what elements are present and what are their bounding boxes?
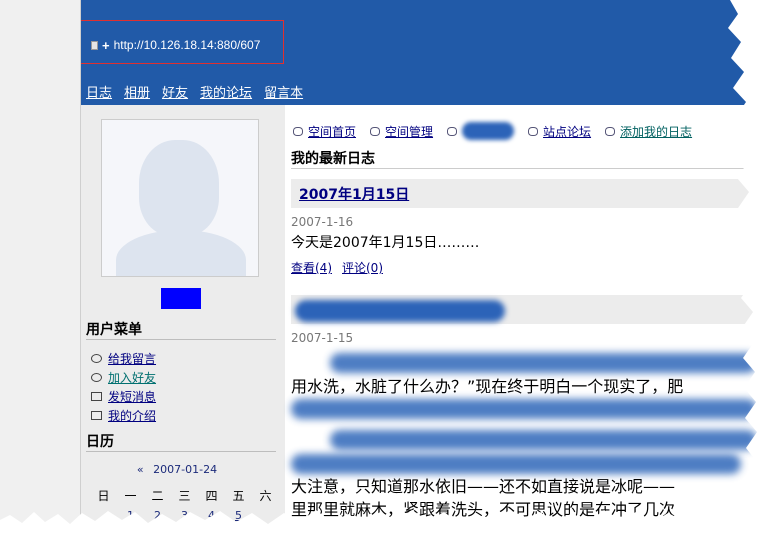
view-link[interactable]: 查看(4)	[291, 259, 332, 276]
post-text-line: 大注意，只知道那水依旧——还不如直接说是冰呢——	[291, 477, 676, 496]
redacted-text	[330, 353, 757, 373]
calendar-day[interactable]: 4	[198, 509, 225, 522]
main-panel: 空间首页 空间管理 站点论坛 添加我的日志 我的最新日志 2007年1月15日 …	[285, 105, 757, 535]
weekday: 三	[178, 489, 191, 503]
calendar-weekdays: 日 一 二 三 四 五 六	[90, 487, 279, 504]
comment-link[interactable]: 评论(0)	[342, 259, 383, 276]
post-actions: 查看(4) 评论(0)	[291, 259, 383, 276]
menu-item-label[interactable]: 发短消息	[108, 388, 156, 405]
menu-item-add-friend[interactable]: 加入好友	[91, 368, 156, 387]
nav-my-forum[interactable]: 我的论坛	[200, 82, 252, 101]
weekday: 二	[151, 489, 164, 503]
manage-icon	[370, 126, 381, 136]
page-icon	[91, 40, 98, 50]
calendar-prev-button[interactable]: «	[137, 463, 144, 476]
nav-friends[interactable]: 好友	[162, 82, 188, 101]
menu-item-label[interactable]: 加入好友	[108, 369, 156, 386]
nav-album[interactable]: 相册	[124, 82, 150, 101]
add-friend-icon	[91, 373, 102, 382]
content-area: 用户菜单 给我留言 加入好友 发短消息 我的介绍 日历 « 2007-01-24…	[81, 105, 757, 535]
section-title: 我的最新日志	[291, 151, 375, 167]
user-menu-title: 用户菜单	[86, 322, 142, 338]
menu-item-leave-message[interactable]: 给我留言	[91, 349, 156, 368]
avatar-body-shape	[116, 230, 246, 276]
toolbar-add-blog[interactable]: 添加我的日志	[620, 123, 692, 140]
section-divider	[291, 168, 757, 169]
post-summary: 今天是2007年1月15日………	[291, 235, 480, 251]
toolbar-space-manage[interactable]: 空间管理	[385, 123, 433, 140]
post-title-bar: 2007年1月15日	[291, 179, 757, 208]
menu-item-my-intro[interactable]: 我的介绍	[91, 406, 156, 425]
toolbar-space-home[interactable]: 空间首页	[308, 123, 356, 140]
post-text-line: 用水洗，水脏了什么办？”现在终于明白一个现实了，肥	[291, 377, 684, 396]
calendar-title: 日历	[86, 434, 114, 450]
person-icon	[293, 126, 303, 136]
nav-blog[interactable]: 日志	[86, 82, 112, 101]
calendar-divider	[86, 451, 276, 452]
post-title-bar-2	[291, 295, 757, 324]
weekday: 一	[124, 489, 137, 503]
redacted-text	[291, 399, 757, 419]
post-date-2: 2007-1-15	[291, 331, 354, 345]
calendar-days-row: 1 2 3 4 5	[90, 509, 279, 522]
space-url[interactable]: + http://10.126.18.14:880/607	[91, 38, 260, 52]
profile-card-icon	[91, 411, 102, 420]
envelope-icon	[91, 392, 102, 401]
post-date: 2007-1-16	[291, 215, 354, 229]
calendar-day[interactable]: 1	[117, 509, 144, 522]
menu-item-label[interactable]: 给我留言	[108, 350, 156, 367]
nav-guestbook[interactable]: 留言本	[264, 82, 303, 101]
username-redaction	[161, 288, 201, 309]
menu-item-send-message[interactable]: 发短消息	[91, 387, 156, 406]
add-icon	[605, 126, 616, 136]
redacted-text	[291, 454, 741, 474]
calendar-month: 2007-01-24	[153, 463, 218, 476]
weekday: 四	[205, 489, 218, 503]
space-url-text[interactable]: http://10.126.18.14:880/607	[114, 38, 261, 52]
sidebar: 用户菜单 给我留言 加入好友 发短消息 我的介绍 日历 « 2007-01-24…	[81, 105, 279, 535]
space-header: + http://10.126.18.14:880/607 日志 相册 好友 我…	[81, 0, 757, 105]
redacted-post-title[interactable]	[295, 300, 505, 322]
avatar-head-shape	[139, 140, 219, 236]
toolbar-site-forum[interactable]: 站点论坛	[543, 123, 591, 140]
calendar-header: « 2007-01-24	[81, 463, 279, 476]
plus-icon: +	[102, 37, 110, 53]
avatar[interactable]	[101, 119, 259, 277]
calendar-day[interactable]: 3	[171, 509, 198, 522]
weekday: 五	[232, 489, 245, 503]
calendar-day[interactable]	[252, 509, 279, 522]
comment-icon	[91, 354, 102, 363]
user-menu-divider	[86, 339, 276, 340]
post-text-line: 里那里就麻木，紧跟着洗头，不可思议的是在冲了几次	[291, 500, 676, 519]
weekday: 六	[259, 489, 272, 503]
user-menu: 给我留言 加入好友 发短消息 我的介绍	[91, 349, 156, 425]
redacted-text	[330, 430, 757, 450]
toolbar-redacted-link[interactable]	[462, 122, 515, 140]
calendar-day[interactable]: 2	[144, 509, 171, 522]
home-icon	[447, 126, 458, 136]
calendar-day[interactable]	[90, 509, 117, 522]
left-gutter	[0, 0, 81, 535]
menu-item-label[interactable]: 我的介绍	[108, 407, 156, 424]
space-toolbar: 空间首页 空间管理 站点论坛 添加我的日志	[293, 122, 692, 140]
top-nav: 日志 相册 好友 我的论坛 留言本	[86, 82, 303, 101]
calendar-day[interactable]: 5	[225, 509, 252, 522]
url-highlight-box: + http://10.126.18.14:880/607	[81, 20, 284, 64]
weekday: 日	[97, 489, 110, 503]
forum-icon	[528, 126, 539, 136]
post-title-link[interactable]: 2007年1月15日	[299, 184, 409, 204]
